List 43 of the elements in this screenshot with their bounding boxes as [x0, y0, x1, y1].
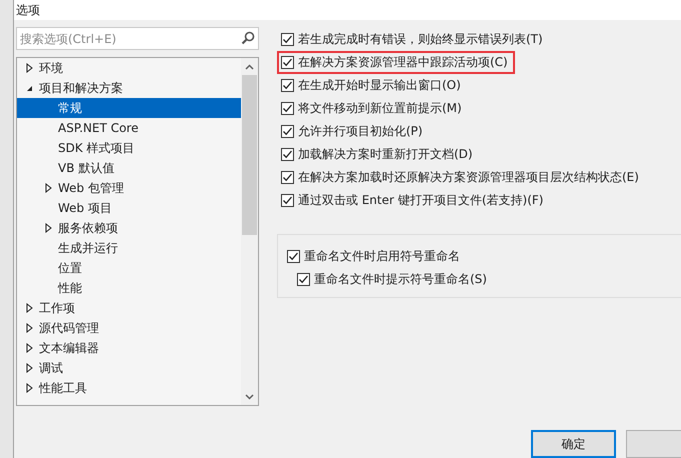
tree-item[interactable]: 位置 — [17, 258, 241, 278]
tree-item[interactable]: 工作项 — [17, 298, 241, 318]
tree-item[interactable]: 性能工具 — [17, 378, 241, 398]
option-label: 重命名文件时提示符号重命名(S) — [314, 271, 487, 288]
tree-item[interactable]: SDK 样式项目 — [17, 138, 241, 158]
option-label: 在解决方案加载时还原解决方案资源管理器项目层次结构状态(E) — [298, 169, 639, 186]
tree-item[interactable]: VB 默认值 — [17, 158, 241, 178]
option-label: 通过双击或 Enter 键打开项目文件(若支持)(F) — [298, 192, 544, 209]
option-label: 重命名文件时启用符号重命名 — [304, 248, 460, 265]
checkbox[interactable] — [287, 250, 300, 263]
window-title: 选项 — [16, 2, 40, 18]
tree-item[interactable]: 服务依赖项 — [17, 218, 241, 238]
option-label: 加载解决方案时重新打开文档(D) — [298, 146, 473, 163]
search-field[interactable]: 搜索选项(Ctrl+E) — [16, 27, 259, 50]
tree-item[interactable]: 生成并运行 — [17, 238, 241, 258]
option-label: 允许并行项目初始化(P) — [298, 123, 423, 140]
tree-item[interactable]: Web 项目 — [17, 198, 241, 218]
tree-item[interactable]: 文本编辑器 — [17, 338, 241, 358]
tree-item[interactable]: 性能 — [17, 278, 241, 298]
checkbox[interactable] — [281, 102, 294, 115]
checkbox[interactable] — [281, 148, 294, 161]
tree-item[interactable]: 环境 — [17, 58, 241, 78]
checkbox[interactable] — [297, 273, 310, 286]
checkbox[interactable] — [281, 171, 294, 184]
tree-item[interactable]: 常规 — [17, 98, 241, 118]
tree-item[interactable]: ASP.NET Core — [17, 118, 241, 138]
tree-item[interactable]: 项目和解决方案 — [17, 78, 241, 98]
tree-item[interactable]: 源代码管理 — [17, 318, 241, 338]
option-label: 在生成开始时显示输出窗口(O) — [298, 77, 461, 94]
option-label: 若生成完成时有错误，则始终显示错误列表(T) — [298, 31, 543, 48]
tree-item[interactable]: Web 包管理 — [17, 178, 241, 198]
checkbox[interactable] — [281, 33, 294, 46]
ok-button[interactable]: 确定 — [531, 430, 616, 458]
checkbox[interactable] — [281, 79, 294, 92]
scroll-thumb[interactable] — [242, 75, 257, 235]
option-label: 将文件移动到新位置前提示(M) — [298, 100, 462, 117]
checkbox[interactable] — [281, 194, 294, 207]
checkbox[interactable] — [281, 56, 294, 69]
scrollbar[interactable] — [241, 58, 258, 405]
tree-item[interactable]: 调试 — [17, 358, 241, 378]
search-icon — [241, 31, 255, 45]
checkbox[interactable] — [281, 125, 294, 138]
option-label: 在解决方案资源管理器中跟踪活动项(C) — [298, 54, 508, 71]
